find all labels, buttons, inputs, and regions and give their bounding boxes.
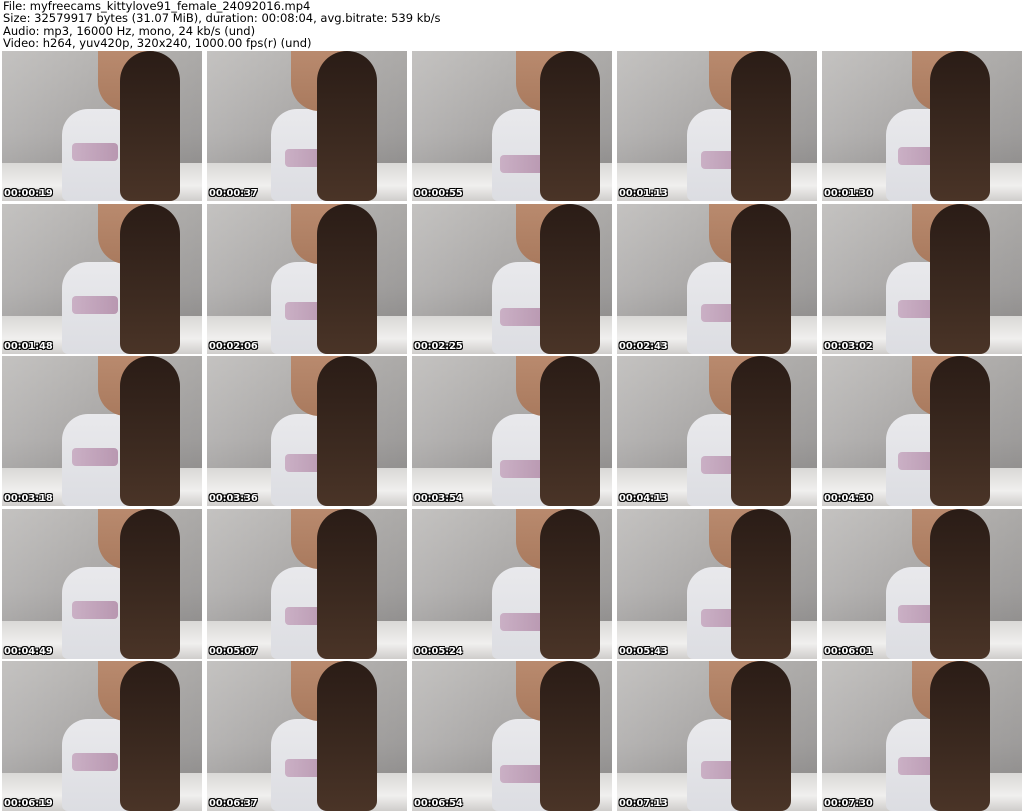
video-thumbnail: 00:02:43 — [617, 203, 817, 354]
thumbnail-figure-hair — [930, 203, 990, 354]
video-thumbnail: 00:05:07 — [207, 508, 407, 659]
thumbnail-timestamp: 00:05:43 — [619, 645, 668, 657]
thumbnail-figure-hair — [540, 51, 600, 201]
video-thumbnail: 00:04:30 — [822, 356, 1022, 506]
thumbnail-timestamp: 00:06:37 — [209, 798, 258, 809]
thumbnail-figure-hair — [317, 51, 377, 201]
thumbnail-figure-hair — [731, 508, 791, 659]
thumbnail-timestamp: 00:00:55 — [414, 188, 463, 199]
thumbnail-timestamp: 00:06:01 — [824, 645, 873, 657]
video-thumbnail: 00:07:30 — [822, 661, 1022, 811]
thumbnail-figure-hair — [317, 661, 377, 811]
thumbnail-figure-hair — [930, 661, 990, 811]
thumbnail-figure-hair — [731, 661, 791, 811]
video-thumbnail: 00:05:24 — [412, 508, 612, 659]
thumbnail-timestamp: 00:06:19 — [4, 798, 53, 809]
video-thumbnail: 00:01:48 — [2, 203, 202, 354]
video-thumbnail: 00:04:13 — [617, 356, 817, 506]
thumbnail-figure-hair — [540, 508, 600, 659]
video-thumbnail: 00:07:13 — [617, 661, 817, 811]
thumbnail-figure-hair — [540, 356, 600, 506]
video-thumbnail: 00:03:18 — [2, 356, 202, 506]
thumbnail-timestamp: 00:02:06 — [209, 340, 258, 352]
thumbnail-timestamp: 00:03:02 — [824, 340, 873, 352]
thumbnail-timestamp: 00:06:54 — [414, 798, 463, 809]
thumbnail-figure-hair — [120, 51, 180, 201]
video-thumbnail: 00:06:54 — [412, 661, 612, 811]
thumbnail-figure-hair — [930, 51, 990, 201]
thumbnail-figure-hair — [317, 508, 377, 659]
video-thumbnail: 00:06:19 — [2, 661, 202, 811]
thumbnail-figure-hair — [731, 203, 791, 354]
thumbnail-figure-hair — [120, 356, 180, 506]
video-thumbnail: 00:02:06 — [207, 203, 407, 354]
video-thumbnail: 00:06:01 — [822, 508, 1022, 659]
thumbnail-timestamp: 00:01:48 — [4, 340, 53, 352]
thumbnail-figure-hair — [120, 203, 180, 354]
video-thumbnail: 00:05:43 — [617, 508, 817, 659]
thumbnail-figure-hair — [317, 203, 377, 354]
thumbnail-shirt-print — [72, 753, 118, 771]
video-thumbnail: 00:02:25 — [412, 203, 612, 354]
video-thumbnail: 00:00:55 — [412, 51, 612, 201]
video-thumbnail: 00:04:49 — [2, 508, 202, 659]
size-line: Size: 32579917 bytes (31.07 MiB), durati… — [3, 11, 441, 26]
thumbnail-timestamp: 00:05:07 — [209, 645, 258, 657]
video-thumbnail: 00:00:37 — [207, 51, 407, 201]
thumbnail-timestamp: 00:00:19 — [4, 188, 53, 199]
thumbnail-figure-hair — [540, 661, 600, 811]
video-info-header: File: myfreecams_kittylove91_female_2409… — [3, 0, 1021, 50]
thumbnail-figure-hair — [930, 356, 990, 506]
video-thumbnail: 00:03:02 — [822, 203, 1022, 354]
video-line: Video: h264, yuv420p, 320x240, 1000.00 f… — [3, 35, 312, 50]
video-thumbnail: 00:00:19 — [2, 51, 202, 201]
thumbnail-timestamp: 00:00:37 — [209, 188, 258, 199]
thumbnail-timestamp: 00:01:13 — [619, 188, 668, 199]
video-thumbnail: 00:03:36 — [207, 356, 407, 506]
thumbnail-timestamp: 00:05:24 — [414, 645, 463, 657]
thumbnail-timestamp: 00:03:54 — [414, 493, 463, 504]
thumbnail-shirt-print — [72, 448, 118, 466]
thumbnail-timestamp: 00:04:30 — [824, 493, 873, 504]
thumbnail-figure-hair — [731, 51, 791, 201]
thumbnail-shirt-print — [72, 600, 118, 619]
thumbnail-figure-hair — [731, 356, 791, 506]
thumbnail-shirt-print — [72, 143, 118, 161]
thumbnail-figure-hair — [120, 508, 180, 659]
thumbnail-timestamp: 00:07:13 — [619, 798, 668, 809]
video-thumbnail: 00:01:13 — [617, 51, 817, 201]
thumbnail-timestamp: 00:02:43 — [619, 340, 668, 352]
thumbnail-timestamp: 00:07:30 — [824, 798, 873, 809]
thumbnail-figure-hair — [120, 661, 180, 811]
thumbnail-timestamp: 00:03:18 — [4, 493, 53, 504]
thumbnail-timestamp: 00:01:30 — [824, 188, 873, 199]
video-thumbnail: 00:03:54 — [412, 356, 612, 506]
thumbnail-timestamp: 00:02:25 — [414, 340, 463, 352]
video-thumbnail: 00:01:30 — [822, 51, 1022, 201]
thumbnail-timestamp: 00:03:36 — [209, 493, 258, 504]
thumbnail-timestamp: 00:04:13 — [619, 493, 668, 504]
thumbnail-shirt-print — [72, 295, 118, 314]
thumbnail-timestamp: 00:04:49 — [4, 645, 53, 657]
thumbnail-figure-hair — [540, 203, 600, 354]
thumbnail-figure-hair — [930, 508, 990, 659]
video-thumbnail: 00:06:37 — [207, 661, 407, 811]
thumbnail-grid: 00:00:19 00:00:37 00:00:55 00:01:13 00:01:30… — [2, 51, 1022, 811]
thumbnail-figure-hair — [317, 356, 377, 506]
